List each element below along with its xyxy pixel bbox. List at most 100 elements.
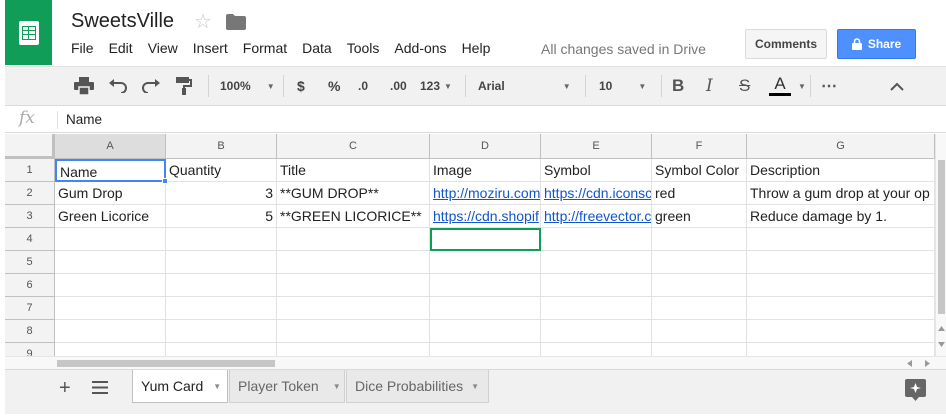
cell-f4[interactable] bbox=[652, 228, 747, 251]
paint-format-icon[interactable] bbox=[176, 67, 192, 105]
fill-handle[interactable] bbox=[162, 178, 168, 184]
cell-g8[interactable] bbox=[747, 320, 935, 343]
more-formats-button[interactable]: 123 ▼ bbox=[420, 67, 452, 105]
cell-c2[interactable]: **GUM DROP** bbox=[277, 182, 430, 205]
cell-a1[interactable]: Name bbox=[55, 159, 166, 182]
cell-f8[interactable] bbox=[652, 320, 747, 343]
strikethrough-button[interactable]: S bbox=[739, 67, 750, 105]
menu-view[interactable]: View bbox=[148, 40, 178, 56]
cell-f6[interactable] bbox=[652, 274, 747, 297]
cell-a6[interactable] bbox=[55, 274, 166, 297]
menu-format[interactable]: Format bbox=[243, 40, 287, 56]
chevron-down-icon[interactable]: ▼ bbox=[333, 382, 341, 391]
cell-d5[interactable] bbox=[430, 251, 541, 274]
menu-insert[interactable]: Insert bbox=[193, 40, 228, 56]
print-icon[interactable] bbox=[74, 67, 94, 105]
menu-file[interactable]: File bbox=[71, 40, 94, 56]
cell-f7[interactable] bbox=[652, 297, 747, 320]
cell-b7[interactable] bbox=[166, 297, 277, 320]
row-header-1[interactable]: 1 bbox=[5, 159, 55, 182]
cell-b8[interactable] bbox=[166, 320, 277, 343]
text-color-button[interactable]: A bbox=[769, 67, 791, 105]
horizontal-scrollbar[interactable] bbox=[5, 356, 946, 369]
increase-decimal-button[interactable]: .00 bbox=[390, 67, 407, 105]
cell-g5[interactable] bbox=[747, 251, 935, 274]
cell-d4[interactable] bbox=[430, 228, 541, 251]
italic-button[interactable]: I bbox=[706, 67, 713, 105]
collapse-toolbar-icon[interactable] bbox=[890, 67, 904, 105]
cell-c4[interactable] bbox=[277, 228, 430, 251]
cell-b1[interactable]: Quantity bbox=[166, 159, 277, 182]
comments-button[interactable]: Comments bbox=[745, 29, 827, 59]
cell-d6[interactable] bbox=[430, 274, 541, 297]
row-header-5[interactable]: 5 bbox=[5, 251, 55, 274]
cell-g7[interactable] bbox=[747, 297, 935, 320]
cell-f9[interactable] bbox=[652, 343, 747, 356]
row-header-7[interactable]: 7 bbox=[5, 297, 55, 320]
cell-c5[interactable] bbox=[277, 251, 430, 274]
cell-b5[interactable] bbox=[166, 251, 277, 274]
cell-g3[interactable]: Reduce damage by 1. bbox=[747, 205, 935, 228]
font-size-select[interactable]: 10 ▼ bbox=[599, 67, 646, 105]
decrease-decimal-button[interactable]: .0 bbox=[358, 67, 368, 105]
chevron-down-icon[interactable]: ▼ bbox=[213, 382, 221, 391]
sheet-tab-yum-card[interactable]: Yum Card ▼ bbox=[132, 370, 228, 403]
folder-icon[interactable] bbox=[226, 14, 246, 30]
cell-b4[interactable] bbox=[166, 228, 277, 251]
cell-a2[interactable]: Gum Drop bbox=[55, 182, 166, 205]
add-sheet-icon[interactable]: + bbox=[59, 377, 71, 400]
cell-b9[interactable] bbox=[166, 343, 277, 356]
chevron-down-icon[interactable]: ▼ bbox=[794, 67, 806, 105]
cell-c3[interactable]: **GREEN LICORICE** bbox=[277, 205, 430, 228]
column-header-c[interactable]: C bbox=[277, 134, 430, 159]
cell-b2[interactable]: 3 bbox=[166, 182, 277, 205]
menu-help[interactable]: Help bbox=[462, 40, 491, 56]
font-family-select[interactable]: Arial ▼ bbox=[478, 67, 571, 105]
cell-e4[interactable] bbox=[541, 228, 652, 251]
cell-c1[interactable]: Title bbox=[277, 159, 430, 182]
column-header-f[interactable]: F bbox=[652, 134, 747, 159]
column-header-b[interactable]: B bbox=[166, 134, 277, 159]
scroll-right-icon[interactable] bbox=[925, 360, 930, 367]
cell-a4[interactable] bbox=[55, 228, 166, 251]
cell-c8[interactable] bbox=[277, 320, 430, 343]
scroll-up-icon[interactable] bbox=[938, 326, 945, 331]
zoom-select[interactable]: 100% ▼ bbox=[220, 67, 275, 105]
row-header-9[interactable]: 9 bbox=[5, 343, 55, 356]
cell-a5[interactable] bbox=[55, 251, 166, 274]
cell-e7[interactable] bbox=[541, 297, 652, 320]
cell-c6[interactable] bbox=[277, 274, 430, 297]
menu-addons[interactable]: Add-ons bbox=[394, 40, 446, 56]
row-header-6[interactable]: 6 bbox=[5, 274, 55, 297]
cell-b3[interactable]: 5 bbox=[166, 205, 277, 228]
more-icon[interactable]: ⋯ bbox=[821, 67, 837, 105]
column-header-e[interactable]: E bbox=[541, 134, 652, 159]
cell-f3[interactable]: green bbox=[652, 205, 747, 228]
cell-d7[interactable] bbox=[430, 297, 541, 320]
cell-e9[interactable] bbox=[541, 343, 652, 356]
cell-d8[interactable] bbox=[430, 320, 541, 343]
cell-d9[interactable] bbox=[430, 343, 541, 356]
column-header-d[interactable]: D bbox=[430, 134, 541, 159]
cell-g1[interactable]: Description bbox=[747, 159, 935, 182]
cell-e5[interactable] bbox=[541, 251, 652, 274]
row-header-2[interactable]: 2 bbox=[5, 182, 55, 205]
cell-f2[interactable]: red bbox=[652, 182, 747, 205]
cell-g2[interactable]: Throw a gum drop at your op bbox=[747, 182, 935, 205]
cell-e1[interactable]: Symbol bbox=[541, 159, 652, 182]
cell-e3[interactable]: http://freevector.c bbox=[541, 205, 652, 228]
row-header-4[interactable]: 4 bbox=[5, 228, 55, 251]
cell-a9[interactable] bbox=[55, 343, 166, 356]
document-title[interactable]: SweetsVille bbox=[71, 10, 174, 33]
cell-a3[interactable]: Green Licorice bbox=[55, 205, 166, 228]
cell-c9[interactable] bbox=[277, 343, 430, 356]
row-header-3[interactable]: 3 bbox=[5, 205, 55, 228]
cell-d2[interactable]: http://moziru.com bbox=[430, 182, 541, 205]
cell-c7[interactable] bbox=[277, 297, 430, 320]
column-header-g[interactable]: G bbox=[747, 134, 935, 159]
sheet-tab-dice-probabilities[interactable]: Dice Probabilities ▼ bbox=[346, 370, 489, 403]
star-icon[interactable]: ☆ bbox=[194, 9, 212, 34]
share-button[interactable]: Share bbox=[837, 29, 916, 59]
vertical-scroll-thumb[interactable] bbox=[938, 160, 945, 314]
menu-tools[interactable]: Tools bbox=[347, 40, 380, 56]
